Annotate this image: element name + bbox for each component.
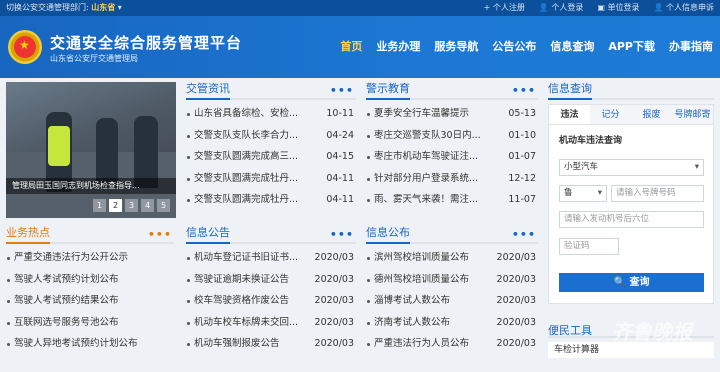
list-item[interactable]: 枣庄市机动车驾驶证注... 01-07 <box>366 146 538 168</box>
info-publish-panel: 信息公布 ••• 滨州驾校培训质量公布 2020/03 德州驾校培训质量公布 2020… <box>366 226 538 355</box>
department-switch[interactable]: 切换公安交通管理部门: 山东省 ▾ <box>6 0 122 16</box>
nav-notices[interactable]: 公告公布 <box>485 34 543 60</box>
list-item[interactable]: 雨、雾天气来袭！需注... 11-07 <box>366 189 538 211</box>
slider-pager: 1 2 3 4 5 <box>93 199 170 212</box>
form-title: 机动车违法查询 <box>559 136 623 146</box>
nav-business[interactable]: 业务办理 <box>369 34 427 60</box>
hot-more-icon[interactable]: ••• <box>148 228 172 241</box>
tab-points[interactable]: 记分 <box>590 105 631 124</box>
info-notice-panel: 信息公告 ••• 机动车登记证书旧证书... 2020/03 驾驶证逾期未换证公告 2… <box>186 226 356 355</box>
watermark-slogan: 我在现场·上齐鲁 <box>647 348 706 357</box>
plate-prefix-select[interactable]: 鲁 <box>559 185 607 202</box>
news-more-icon[interactable]: ••• <box>330 84 354 97</box>
photo-vest <box>48 126 70 166</box>
list-item[interactable]: 机动车强制报废公告 2020/03 <box>186 333 356 355</box>
query-submit-button[interactable]: 🔍 查询 <box>559 273 704 292</box>
province-selector[interactable]: 山东省 <box>91 3 115 12</box>
list-item[interactable]: 驾驶证逾期未换证公告 2020/03 <box>186 269 356 291</box>
nav-query[interactable]: 信息查询 <box>543 34 601 60</box>
list-item[interactable]: 针对部分用户登录系统... 12-12 <box>366 168 538 190</box>
warning-panel: 警示教育 ••• 夏季安全行车温馨提示 05-13 枣庄交巡警支队30日内... 01… <box>366 82 538 211</box>
list-item[interactable]: 驾驶人考试预约计划公布 <box>6 269 174 291</box>
list-item[interactable]: 机动车校车标牌未交回... 2020/03 <box>186 312 356 334</box>
police-emblem-icon: ★ <box>8 30 42 64</box>
news-title[interactable]: 交管资讯 <box>186 80 230 100</box>
slider-page[interactable]: 4 <box>141 199 154 212</box>
site-header: ★ 交通安全综合服务管理平台 山东省公安厅交通管理局 首页 业务办理 服务导航 … <box>0 16 720 78</box>
appeal-link[interactable]: 👤 个人信息申诉 <box>653 0 714 16</box>
info-publish-more-icon[interactable]: ••• <box>512 228 536 241</box>
plate-number-input[interactable]: 请输入号牌号码 <box>611 185 704 202</box>
nav-guide[interactable]: 办事指南 <box>662 34 720 60</box>
list-item[interactable]: 夏季安全行车温馨提示 05-13 <box>366 103 538 125</box>
list-item[interactable]: 互联网选号服务号池公布 <box>6 312 174 334</box>
info-publish-title[interactable]: 信息公布 <box>366 224 410 244</box>
list-item[interactable]: 交警支队圆满完成高三... 04-15 <box>186 146 356 168</box>
nav-app-download[interactable]: APP下载 <box>601 34 662 60</box>
nav-service[interactable]: 服务导航 <box>427 34 485 60</box>
list-item[interactable]: 交警支队圆满完成牡丹... 04-11 <box>186 189 356 211</box>
list-item[interactable]: 枣庄交巡警支队30日内... 01-10 <box>366 125 538 147</box>
list-item[interactable]: 严重交通违法行为公开公示 <box>6 247 174 269</box>
warning-title[interactable]: 警示教育 <box>366 80 410 100</box>
tab-scrap[interactable]: 报废 <box>631 105 672 124</box>
list-item[interactable]: 滨州驾校培训质量公布 2020/03 <box>366 247 538 269</box>
list-item[interactable]: 机动车登记证书旧证书... 2020/03 <box>186 247 356 269</box>
unit-login-link[interactable]: ▣ 单位登录 <box>597 0 639 16</box>
list-item[interactable]: 德州驾校培训质量公布 2020/03 <box>366 269 538 291</box>
slider-page-active[interactable]: 2 <box>109 199 122 212</box>
slider-page[interactable]: 3 <box>125 199 138 212</box>
list-item[interactable]: 交警支队圆满完成牡丹... 04-11 <box>186 168 356 190</box>
list-item[interactable]: 交警支队支队长李合力... 04-24 <box>186 125 356 147</box>
query-form: 违法 记分 报废 号牌邮寄 机动车违法查询 小型汽车 鲁 请输入号牌号码 请输入… <box>548 104 714 304</box>
site-subtitle: 山东省公安厅交通管理局 <box>50 54 138 63</box>
info-notice-title[interactable]: 信息公告 <box>186 224 230 244</box>
nav-home[interactable]: 首页 <box>333 34 369 60</box>
slider-page[interactable]: 1 <box>93 199 106 212</box>
personal-login-link[interactable]: 👤 个人登录 <box>539 0 584 16</box>
news-slider[interactable]: 管理局田玉国同志到机场检查指导... 1 2 3 4 5 <box>6 82 176 218</box>
engine-number-input[interactable]: 请输入发动机号后六位 <box>559 211 704 228</box>
captcha-input[interactable]: 验证码 <box>559 238 619 255</box>
site-title[interactable]: 交通安全综合服务管理平台 <box>50 32 242 53</box>
top-bar: 切换公安交通管理部门: 山东省 ▾ + 个人注册 👤 个人登录 ▣ 单位登录 👤… <box>0 0 720 16</box>
info-notice-more-icon[interactable]: ••• <box>330 228 354 241</box>
list-item[interactable]: 驾驶人异地考试预约计划公布 <box>6 333 174 355</box>
warning-more-icon[interactable]: ••• <box>512 84 536 97</box>
register-link[interactable]: + 个人注册 <box>484 0 525 16</box>
switch-label: 切换公安交通管理部门: <box>6 3 89 12</box>
list-item[interactable]: 校车驾驶资格作废公告 2020/03 <box>186 290 356 312</box>
list-item[interactable]: 山东省具备综检、安检... 10-11 <box>186 103 356 125</box>
tab-violation[interactable]: 违法 <box>549 105 590 124</box>
vehicle-type-select[interactable]: 小型汽车 <box>559 159 704 176</box>
tab-plate-mail[interactable]: 号牌邮寄 <box>672 105 713 124</box>
hot-title[interactable]: 业务热点 <box>6 224 50 244</box>
slider-page[interactable]: 5 <box>157 199 170 212</box>
account-links: + 个人注册 👤 个人登录 ▣ 单位登录 👤 个人信息申诉 <box>484 0 714 16</box>
main-nav: 首页 业务办理 服务导航 公告公布 信息查询 APP下载 办事指南 <box>333 34 720 60</box>
list-item[interactable]: 淄博考试人数公布 2020/03 <box>366 290 538 312</box>
list-item[interactable]: 严重违法行为人员公布 2020/03 <box>366 333 538 355</box>
slider-caption[interactable]: 管理局田玉国同志到机场检查指导... <box>6 178 176 194</box>
hot-panel: 业务热点 ••• 严重交通违法行为公开公示 驾驶人考试预约计划公布 驾驶人考试预约… <box>6 226 174 355</box>
list-item[interactable]: 驾驶人考试预约结果公布 <box>6 290 174 312</box>
list-item[interactable]: 济南考试人数公布 2020/03 <box>366 312 538 334</box>
news-panel: 交管资讯 ••• 山东省具备综检、安检... 10-11 交警支队支队长李合力...… <box>186 82 356 211</box>
query-title: 信息查询 <box>548 80 592 100</box>
